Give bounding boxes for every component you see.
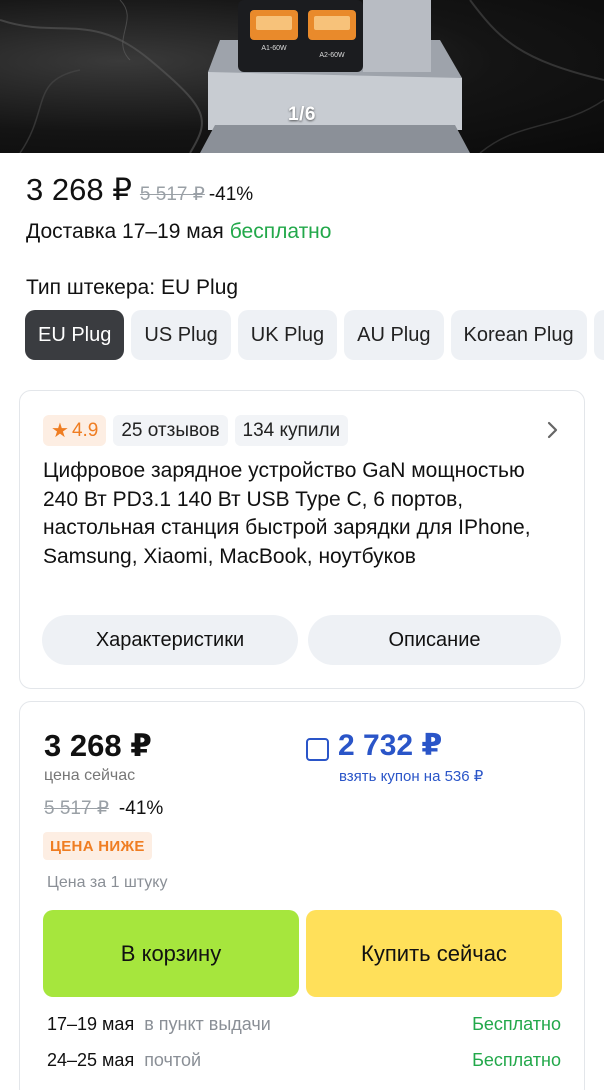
delivery-dates: Доставка 17–19 мая: [26, 220, 224, 243]
delivery-option-method: в пункт выдачи: [144, 1014, 271, 1034]
gallery-counter: 1/6: [288, 104, 316, 125]
delivery-option-cost: Бесплатно: [472, 1014, 561, 1034]
plug-option-us[interactable]: US Plug: [131, 310, 231, 360]
plug-option-au[interactable]: AU Plug: [344, 310, 444, 360]
delivery-option-cost: Бесплатно: [472, 1050, 561, 1070]
delivery-option-row: 24–25 мая почтой Бесплатно: [47, 1050, 561, 1071]
delivery-info: Доставка 17–19 мая бесплатно: [26, 220, 331, 244]
buy-current-price: 3 268 ₽: [44, 728, 152, 763]
port-label-a2: A2-60W: [319, 52, 345, 59]
product-photo: A1-60W A2-60W: [0, 0, 604, 153]
delivery-option-dates: 24–25 мая: [47, 1050, 135, 1070]
price-row: 3 268 ₽ 5 517 ₽ -41%: [26, 172, 253, 208]
plug-type-caption: Тип штекера:: [26, 276, 156, 299]
purchases-badge: 134 купили: [234, 415, 349, 446]
product-info-card: ★ 4.9 25 отзывов 134 купили Цифровое зар…: [19, 390, 585, 689]
rating-badge[interactable]: ★ 4.9: [43, 415, 107, 446]
delivery-option-method: почтой: [144, 1050, 202, 1070]
plug-option-korean[interactable]: Korean Plug: [450, 310, 587, 360]
delivery-free: бесплатно: [229, 220, 332, 243]
description-button[interactable]: Описание: [308, 615, 561, 665]
buy-now-button[interactable]: Купить сейчас: [306, 910, 562, 997]
star-icon: ★: [51, 420, 69, 442]
old-price: 5 517 ₽: [139, 184, 205, 205]
coupon-price[interactable]: 2 732 ₽: [338, 728, 442, 763]
product-gallery[interactable]: A1-60W A2-60W 1/6: [0, 0, 604, 153]
plug-type-value: EU Plug: [161, 276, 239, 299]
coupon-link[interactable]: взять купон на 536 ₽: [339, 767, 483, 785]
stats-row: ★ 4.9 25 отзывов 134 купили: [43, 415, 349, 446]
buy-discount: -41%: [118, 798, 164, 819]
delivery-option-dates: 17–19 мая: [47, 1014, 135, 1034]
plug-option-more[interactable]: [593, 310, 604, 360]
buy-card: 3 268 ₽ цена сейчас 5 517 ₽ -41% ЦЕНА НИЖ…: [19, 701, 585, 1090]
delivery-option-row: 17–19 мая в пункт выдачи Бесплатно: [47, 1014, 561, 1035]
current-price: 3 268 ₽: [26, 172, 132, 207]
coupon-checkbox[interactable]: [306, 738, 329, 761]
rating-value: 4.9: [71, 419, 99, 441]
add-to-cart-button[interactable]: В корзину: [43, 910, 299, 997]
buy-old-price: 5 517 ₽: [44, 798, 109, 819]
plug-type-label: Тип штекера: EU Plug: [26, 276, 238, 300]
plug-option-uk[interactable]: UK Plug: [237, 310, 338, 360]
product-title: Цифровое зарядное устройство GaN мощност…: [43, 459, 531, 568]
port-label-a1: A1-60W: [261, 45, 287, 52]
specs-button[interactable]: Характеристики: [42, 615, 298, 665]
buy-old-price-row: 5 517 ₽ -41%: [44, 797, 163, 820]
reviews-badge[interactable]: 25 отзывов: [113, 415, 228, 446]
chevron-right-icon[interactable]: [546, 419, 560, 441]
plug-options: EU Plug US Plug UK Plug AU Plug Korean P…: [25, 310, 604, 360]
buy-price-label: цена сейчас: [44, 767, 136, 784]
price-lower-badge: ЦЕНА НИЖЕ: [43, 832, 152, 860]
discount-percent: -41%: [208, 184, 254, 205]
unit-price-note: Цена за 1 штуку: [47, 874, 168, 891]
plug-option-eu[interactable]: EU Plug: [25, 310, 125, 360]
